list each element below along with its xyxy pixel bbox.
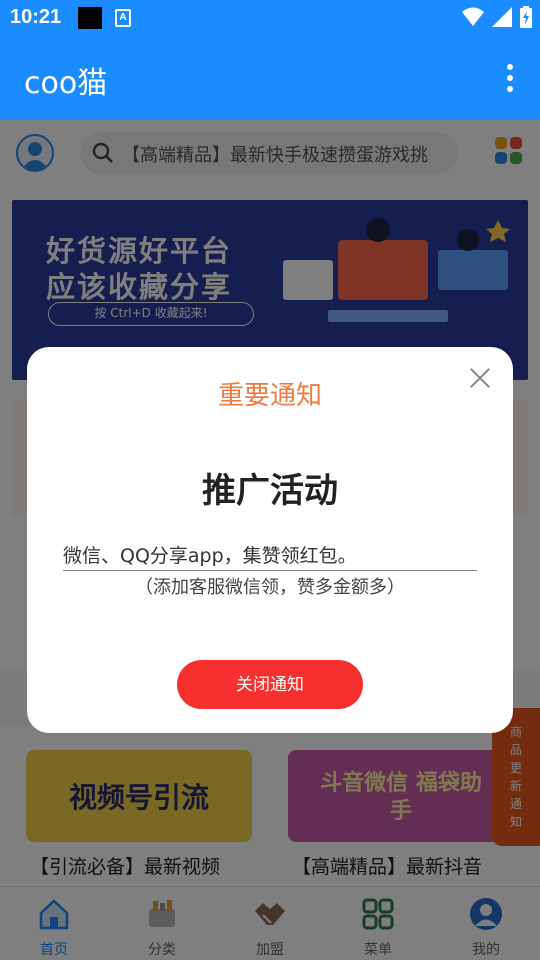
- close-notice-button[interactable]: 关闭通知: [177, 660, 363, 709]
- dialog-submessage: （添加客服微信领，赞多金额多）: [135, 577, 405, 598]
- dialog-title: 重要通知: [217, 381, 322, 411]
- app-title: coo猫: [24, 66, 108, 101]
- signal-icon: [492, 7, 512, 27]
- battery-icon: [520, 6, 532, 28]
- status-bar: 10:21 A: [0, 0, 540, 36]
- wifi-icon: [462, 7, 484, 26]
- app-bar: coo猫: [0, 36, 540, 120]
- dialog-heading: 推广活动: [202, 471, 338, 511]
- translate-notification-icon: A: [115, 9, 131, 27]
- status-icons: [462, 6, 532, 28]
- status-time: 10:21: [10, 6, 62, 28]
- notice-dialog: 重要通知 推广活动 微信、QQ分享app，集赞领红包。 （添加客服微信领，赞多金…: [27, 347, 513, 733]
- close-icon[interactable]: [469, 367, 491, 389]
- more-vert-icon[interactable]: [506, 64, 514, 92]
- dialog-message: 微信、QQ分享app，集赞领红包。: [63, 541, 477, 571]
- notification-icon: [78, 7, 102, 29]
